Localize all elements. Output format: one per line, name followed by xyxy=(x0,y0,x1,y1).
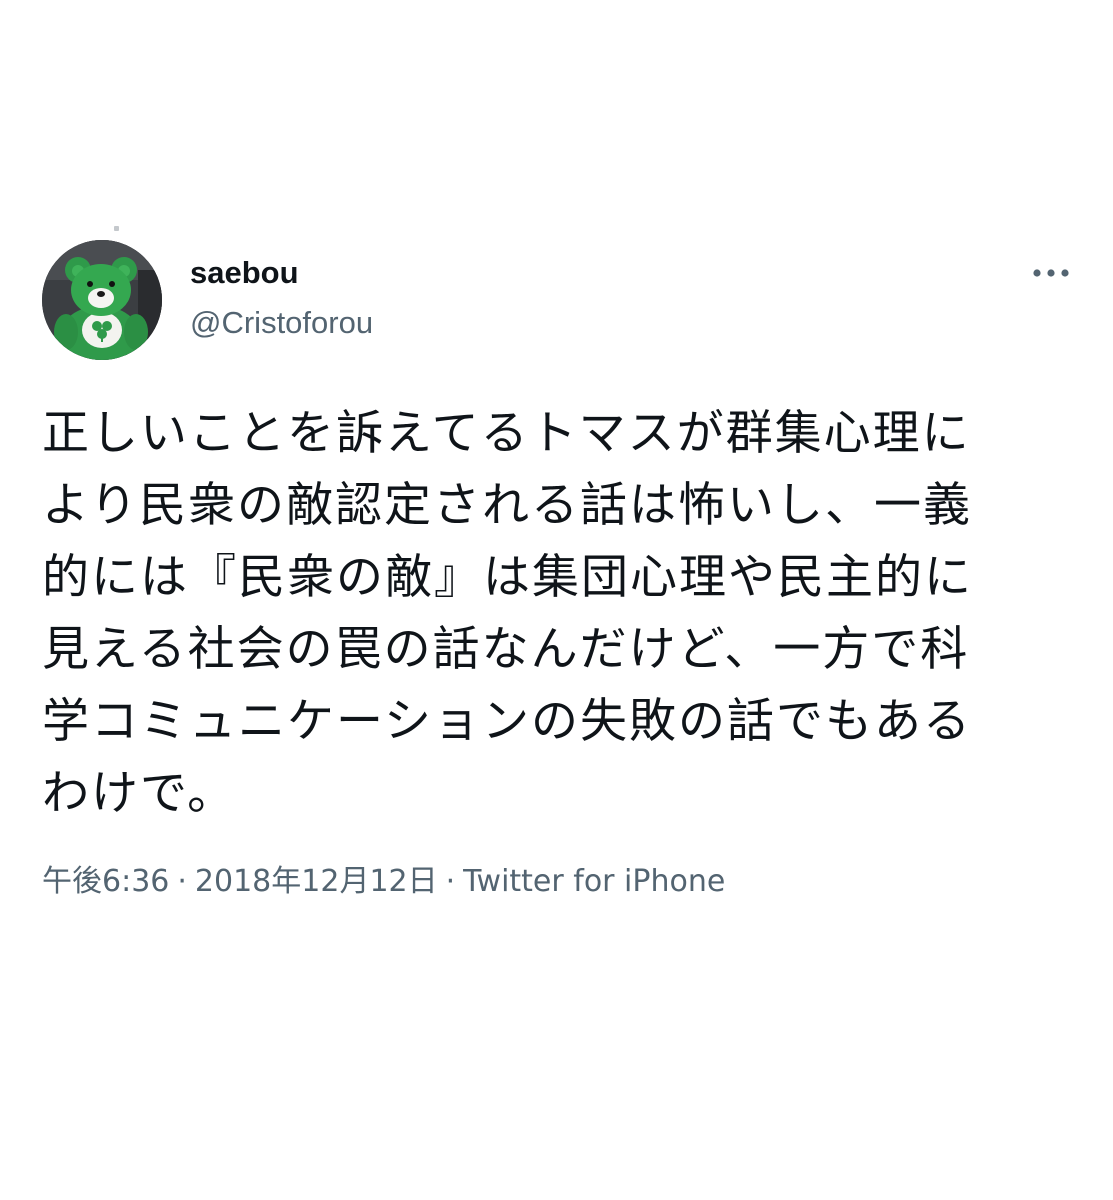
avatar[interactable] xyxy=(42,240,162,360)
more-horizontal-icon[interactable] xyxy=(1028,258,1074,288)
teddy-bear-avatar-icon xyxy=(42,240,162,360)
tweet-time[interactable]: 午後6:36 xyxy=(42,864,169,899)
tweet-card: saebou @Cristoforou 正しいことを訴えてるトマスが群集心理に … xyxy=(0,0,1113,1200)
separator-dot: · xyxy=(445,864,456,899)
separator-dot: · xyxy=(177,864,187,899)
artifact-dot xyxy=(114,226,119,231)
tweet-source[interactable]: Twitter for iPhone xyxy=(463,864,725,899)
tweet-text: 正しいことを訴えてるトマスが群集心理に より民衆の敵認定される話は怖いし、一義 … xyxy=(42,406,973,821)
tweet-date[interactable]: 2018年12月12日 xyxy=(195,864,438,899)
user-handle[interactable]: @Cristoforou xyxy=(190,305,373,341)
display-name[interactable]: saebou xyxy=(190,255,299,291)
tweet-metadata: 午後6:36 · 2018年12月12日 · Twitter for iPhone xyxy=(42,862,725,902)
